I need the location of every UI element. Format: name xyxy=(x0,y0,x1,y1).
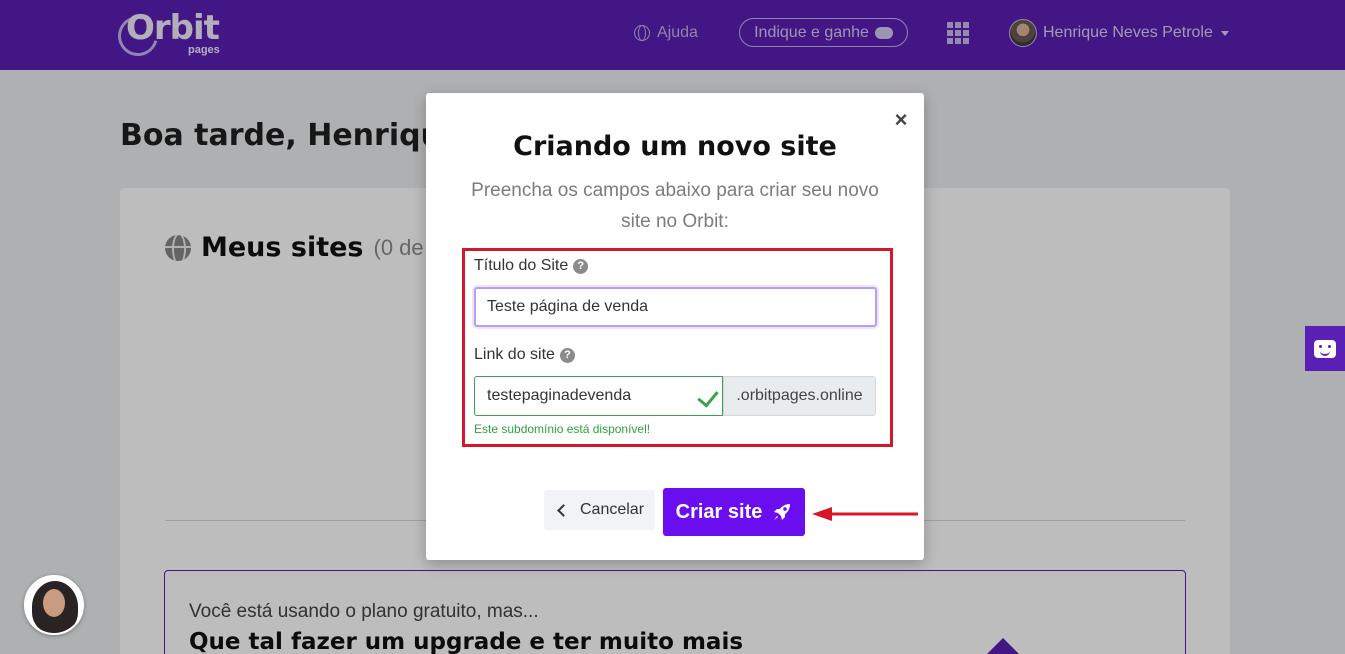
rocket-icon xyxy=(774,504,791,520)
availability-message: Este subdomínio está disponível! xyxy=(474,422,651,436)
chat-icon xyxy=(1314,339,1336,358)
site-title-label-text: Título do Site xyxy=(474,257,569,274)
question-circle-icon[interactable]: ? xyxy=(559,347,575,363)
create-label: Criar site xyxy=(675,500,763,523)
modal-subtitle: Preencha os campos abaixo para criar seu… xyxy=(471,180,879,232)
site-link-value: testepaginadevenda xyxy=(487,387,632,404)
new-site-modal: × Criando um novo site Preencha os campo… xyxy=(426,93,924,560)
support-agent-avatar[interactable] xyxy=(24,575,84,635)
modal-title: Criando um novo site xyxy=(513,131,837,162)
cancel-label: Cancelar xyxy=(579,501,645,518)
question-circle-icon[interactable]: ? xyxy=(573,258,589,274)
site-link-label: Link do site ? xyxy=(474,346,575,364)
annotation-arrow xyxy=(812,507,918,521)
chat-widget-button[interactable] xyxy=(1305,326,1345,371)
close-icon[interactable]: × xyxy=(892,109,910,131)
site-link-input[interactable]: testepaginadevenda xyxy=(474,376,723,416)
site-title-label: Título do Site ? xyxy=(474,257,589,275)
check-icon xyxy=(697,385,719,408)
site-link-label-text: Link do site xyxy=(474,346,555,363)
domain-suffix: .orbitpages.online xyxy=(723,376,876,416)
site-title-input[interactable]: Teste página de venda xyxy=(474,287,877,327)
site-title-value: Teste página de venda xyxy=(487,298,649,315)
create-site-button[interactable]: Criar site xyxy=(663,488,805,536)
cancel-button[interactable]: Cancelar xyxy=(544,490,655,530)
chevron-left-icon xyxy=(557,503,570,517)
